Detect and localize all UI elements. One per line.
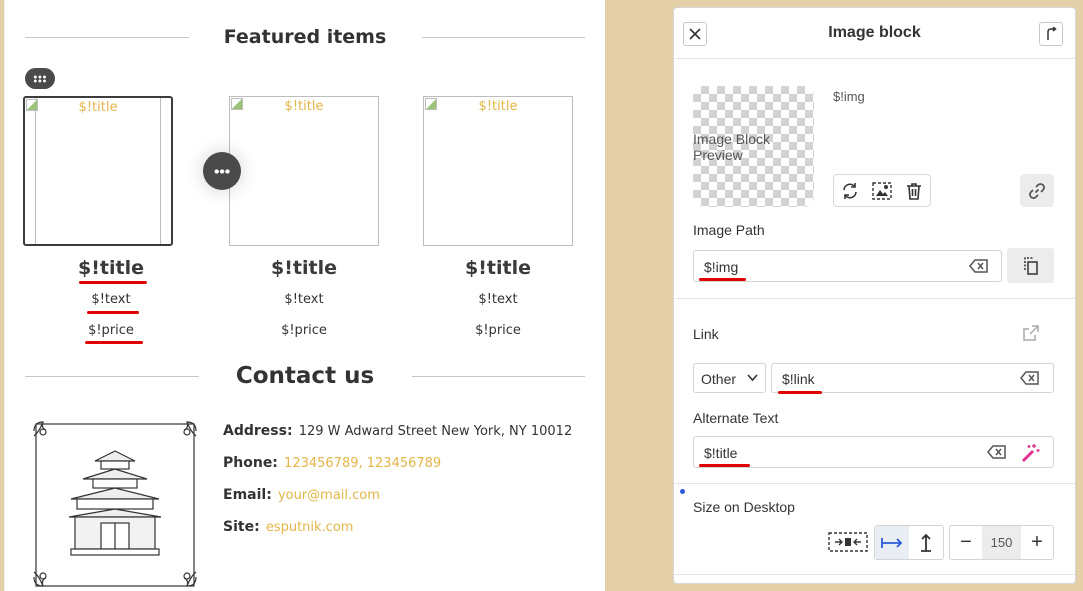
divider: [674, 483, 1075, 484]
clear-icon[interactable]: [987, 445, 1007, 464]
replace-image-icon[interactable]: [834, 175, 866, 206]
contact-heading-row: Contact us: [25, 361, 585, 391]
address-value: 129 W Adward Street New York, NY 10012: [298, 424, 573, 439]
size-stepper: − 150 +: [949, 525, 1054, 560]
highlight-underline: [699, 278, 746, 281]
collapse-icon[interactable]: [1039, 22, 1063, 46]
size-increase-button[interactable]: +: [1021, 526, 1053, 559]
fit-width-icon[interactable]: [875, 526, 909, 559]
alt-text-label: Alternate Text: [693, 410, 779, 426]
card-image-alt: $!title: [478, 99, 518, 114]
phone-label: Phone:: [223, 455, 278, 471]
phone-link-1[interactable]: 123456789: [284, 456, 358, 471]
image-path-label: Image Path: [693, 222, 765, 238]
card-image[interactable]: $!title: [423, 96, 573, 246]
card-price[interactable]: $!price: [36, 323, 186, 338]
card-title[interactable]: $!title: [229, 256, 379, 280]
address-label: Address:: [223, 423, 293, 439]
email-link[interactable]: your@mail.com: [278, 488, 380, 503]
link-type-select[interactable]: Other: [693, 363, 766, 393]
pagoda-illustration: [33, 421, 197, 587]
contact-address-row: Address: 129 W Adward Street New York, N…: [223, 423, 572, 439]
highlight-underline: [699, 464, 750, 467]
divider-right: [422, 37, 585, 38]
card-image-alt: $!title: [78, 100, 118, 115]
size-value[interactable]: 150: [982, 526, 1021, 559]
auto-size-icon[interactable]: [828, 532, 868, 557]
contact-phone-row: Phone: 123456789, 123456789: [223, 455, 441, 471]
image-block-panel: Image block Image Block Preview $!img Im…: [673, 7, 1076, 584]
site-label: Site:: [223, 519, 260, 535]
image-variable: $!img: [833, 89, 865, 104]
card-image-selected[interactable]: $!title: [23, 96, 173, 246]
phone-link-2[interactable]: 123456789: [367, 456, 441, 471]
divider-right: [412, 376, 585, 377]
email-canvas: Featured items $!title $!title $!text $!…: [4, 0, 605, 591]
trash-icon[interactable]: [898, 175, 930, 206]
status-dot: [680, 489, 685, 494]
image-tools: [833, 174, 931, 207]
fit-height-icon[interactable]: [909, 526, 943, 559]
crop-icon[interactable]: [866, 175, 898, 206]
card-text[interactable]: $!text: [423, 292, 573, 307]
highlight-underline: [85, 341, 143, 344]
magic-wand-icon[interactable]: [1020, 443, 1040, 468]
panel-title: Image block: [828, 24, 921, 41]
link-input[interactable]: $!link: [771, 363, 1054, 393]
chevron-down-icon: [747, 374, 758, 382]
clear-icon[interactable]: [1020, 371, 1040, 390]
card-title[interactable]: $!title: [423, 256, 573, 280]
image-preview-alt: Image Block Preview: [693, 131, 771, 163]
divider: [674, 574, 1075, 575]
external-link-icon[interactable]: [1023, 325, 1039, 346]
card-price[interactable]: $!price: [229, 323, 379, 338]
link-value: $!link: [782, 371, 815, 387]
card-title[interactable]: $!title: [36, 256, 186, 280]
card-image[interactable]: $!title: [229, 96, 379, 246]
contact-email-row: Email: your@mail.com: [223, 487, 380, 503]
clear-icon[interactable]: [969, 259, 989, 278]
size-label: Size on Desktop: [693, 499, 795, 515]
image-path-value: $!img: [704, 259, 739, 275]
size-mode-toggle: [874, 525, 944, 560]
link-label: Link: [693, 326, 719, 342]
site-link[interactable]: esputnik.com: [266, 520, 354, 535]
email-label: Email:: [223, 487, 272, 503]
contact-site-row: Site: esputnik.com: [223, 519, 353, 535]
link-icon[interactable]: [1020, 174, 1054, 207]
featured-heading-row: Featured items: [25, 22, 585, 52]
alt-text-value: $!title: [704, 445, 738, 461]
more-options-icon[interactable]: [203, 152, 241, 190]
panel-header: Image block: [674, 8, 1075, 59]
divider: [674, 298, 1075, 299]
highlight-underline: [778, 391, 822, 394]
card-price[interactable]: $!price: [423, 323, 573, 338]
card-text[interactable]: $!text: [36, 292, 186, 307]
drag-handle-icon[interactable]: [25, 68, 55, 89]
highlight-underline: [87, 311, 139, 314]
highlight-underline: [79, 281, 147, 284]
link-type-value: Other: [701, 371, 737, 387]
copy-icon[interactable]: [1007, 248, 1054, 283]
size-decrease-button[interactable]: −: [950, 526, 982, 559]
card-text[interactable]: $!text: [229, 292, 379, 307]
phone-separator: ,: [358, 456, 367, 471]
card-image-alt: $!title: [284, 99, 324, 114]
